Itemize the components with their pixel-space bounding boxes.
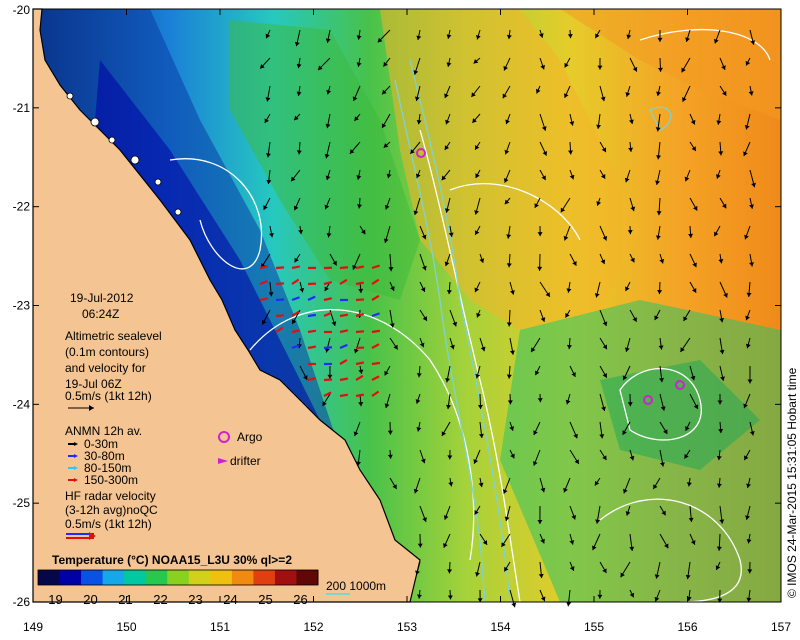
colorbar-tick-label: 19 [48,592,62,607]
lon-tick-label: 154 [490,620,510,634]
colorbar-tick-label: 25 [258,592,272,607]
colorbar-swatch [188,570,211,585]
legend-date: 19-Jul-2012 [70,291,134,305]
colorbar-swatch [38,570,61,585]
scale-label: 0.5m/s (1kt 12h) [65,389,152,403]
colorbar-tick-label: 26 [293,592,307,607]
colorbar-tick-label: 22 [153,592,167,607]
lon-tick-label: 156 [677,620,697,634]
colorbar-swatches [38,570,319,585]
colorbar-tick-label: 23 [188,592,202,607]
colorbar-tick-label: 20 [83,592,97,607]
anmn-legend-label: 150-300m [84,473,138,487]
lat-tick-label: -26 [13,595,31,609]
lat-tick-label: -23 [13,299,31,313]
colorbar-swatch [59,570,82,585]
colorbar-tick-label: 24 [223,592,237,607]
lon-tick-label: 153 [397,620,417,634]
lon-tick-label: 151 [210,620,230,634]
colorbar-swatch [124,570,147,585]
argo-label: Argo [237,430,263,444]
colorbar-swatch [167,570,190,585]
lat-tick-label: -21 [13,101,31,115]
altimetry-line: and velocity for [65,361,146,375]
hf-line: HF radar velocity [65,489,156,503]
drifter-label: drifter [230,454,261,468]
colorbar-tick-label: 21 [118,592,132,607]
lat-tick-label: -22 [13,200,31,214]
legend-time: 06:24Z [82,307,119,321]
credit: © IMOS 24-Mar-2015 15:31:05 Hobart time [785,367,799,598]
hf-line: 0.5m/s (1kt 12h) [65,517,152,531]
lat-tick-label: -25 [13,496,31,510]
altimetry-line: (0.1m contours) [65,345,149,359]
lon-tick-label: 157 [771,620,791,634]
colorbar-swatch [274,570,297,585]
colorbar-swatch [253,570,276,585]
colorbar-title: Temperature (°C) NOAA15_L3U 30% ql>=2 [52,553,292,567]
hf-line: (3-12h avg)noQC [65,503,158,517]
colorbar-swatch [210,570,233,585]
lat-tick-label: -24 [13,397,31,411]
lon-tick-label: 149 [23,620,43,634]
sst-map: 149 150 151 152 153 154 155 156 157 -20 -21 -22 -23… [13,3,799,634]
colorbar-swatch [145,570,168,585]
colorbar-swatch [102,570,125,585]
lon-tick-label: 152 [303,620,323,634]
colorbar-swatch [296,570,319,585]
altimetry-line: Altimetric sealevel [65,329,162,343]
anmn-title: ANMN 12h av. [65,424,142,438]
lon-tick-label: 155 [584,620,604,634]
isobath-label: 200 1000m [326,579,386,593]
lat-tick-label: -20 [13,3,31,17]
colorbar-swatch [81,570,104,585]
colorbar-swatch [231,570,254,585]
lon-tick-label: 150 [116,620,136,634]
